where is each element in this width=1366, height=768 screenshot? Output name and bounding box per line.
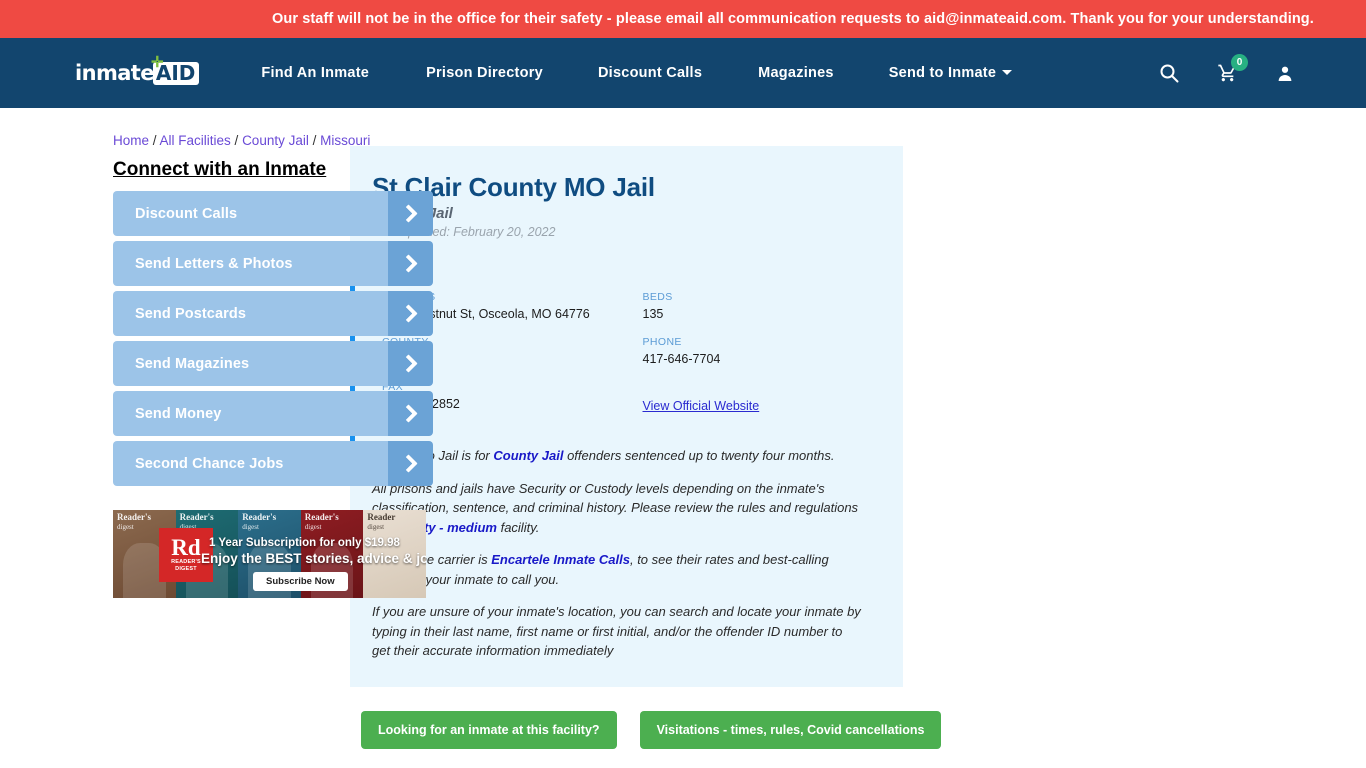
sidebar-item-discount-calls[interactable]: Discount Calls	[113, 191, 433, 236]
field-value: 417-646-7704	[642, 352, 721, 366]
ad-subheadline: Enjoy the BEST stories, advice & jokes!	[201, 551, 426, 566]
chevron-right-icon	[388, 341, 433, 386]
nav-item-prison-directory[interactable]: Prison Directory	[426, 65, 543, 81]
ad-brand-mark: Rd	[171, 535, 201, 560]
find-inmate-button[interactable]: Looking for an inmate at this facility?	[361, 710, 617, 749]
description-paragraph-3: The phone carrier is Encartele Inmate Ca…	[372, 550, 863, 589]
link-county-jail[interactable]: County Jail	[493, 448, 563, 463]
page-title: St Clair County MO Jail	[372, 172, 655, 202]
nav-item-magazines[interactable]: Magazines	[758, 65, 834, 81]
ad-cover-title: Reader's	[304, 512, 339, 522]
sidebar-item-label: Second Chance Jobs	[135, 455, 284, 472]
ad-cover-title: Reader's	[242, 512, 277, 522]
logo-wordmark: inmate	[75, 61, 154, 85]
sidebar-item-send-magazines[interactable]: Send Magazines	[113, 341, 433, 386]
field-phone: PHONE 417-646-7704	[643, 336, 904, 366]
facility-cta-row: Looking for an inmate at this facility? …	[350, 710, 942, 749]
search-icon[interactable]	[1159, 63, 1179, 83]
field-official-website: View Official Website	[643, 381, 904, 415]
breadcrumb-separator: /	[230, 133, 243, 148]
chevron-right-icon	[388, 241, 433, 286]
ad-cover-title: Reader's	[179, 512, 214, 522]
breadcrumb-item-home[interactable]: Home	[113, 133, 149, 148]
nav-item-send-to-inmate-label: Send to Inmate	[888, 65, 997, 81]
chevron-right-icon	[388, 441, 433, 486]
main-navbar: inmate ✛ AID Find An Inmate Prison Direc…	[0, 38, 1366, 108]
nav-item-find-an-inmate[interactable]: Find An Inmate	[261, 65, 369, 81]
navbar-icons: 0	[1159, 54, 1294, 83]
description-paragraph-1: St Clair Co Jail is for County Jail offe…	[372, 446, 863, 466]
breadcrumb-item-all-facilities[interactable]: All Facilities	[160, 133, 231, 148]
desc-text: offenders sentenced up to twenty four mo…	[563, 448, 835, 463]
sidebar-item-label: Send Postcards	[135, 305, 246, 322]
navbar-links: Find An Inmate Prison Directory Discount…	[261, 65, 1013, 81]
sidebar-item-label: Send Letters & Photos	[135, 255, 293, 272]
sidebar-item-send-postcards[interactable]: Send Postcards	[113, 291, 433, 336]
site-logo[interactable]: inmate ✛ AID	[75, 54, 200, 88]
description-paragraph-2: All prisons and jails have Security or C…	[372, 479, 863, 538]
last-updated-text: Last Updated: February 20, 2022	[372, 225, 556, 239]
link-encartele-inmate-calls[interactable]: Encartele Inmate Calls	[491, 552, 630, 567]
chevron-right-icon	[388, 291, 433, 336]
ad-cover-sub: digest	[117, 523, 134, 531]
field-label: BEDS	[642, 291, 673, 303]
user-account-icon[interactable]	[1276, 64, 1294, 83]
sidebar-heading: Connect with an Inmate	[113, 159, 327, 180]
sidebar-item-label: Send Magazines	[135, 355, 250, 372]
chevron-right-icon	[388, 391, 433, 436]
left-sidebar: Home / All Facilities / County Jail / Mi…	[0, 108, 433, 768]
breadcrumb-separator: /	[149, 133, 160, 148]
sidebar-item-second-chance-jobs[interactable]: Second Chance Jobs	[113, 441, 433, 486]
chevron-right-icon	[388, 191, 433, 236]
field-value: 135	[642, 307, 664, 321]
page-body: Home / All Facilities / County Jail / Mi…	[0, 108, 1366, 768]
ad-cover-sub: digest	[304, 523, 322, 531]
ad-cover-sub: digest	[367, 523, 385, 531]
visitations-button[interactable]: Visitations - times, rules, Covid cancel…	[639, 710, 942, 749]
ad-subscribe-button[interactable]: Subscribe Now	[253, 572, 348, 591]
breadcrumb: Home / All Facilities / County Jail / Mi…	[113, 122, 370, 150]
breadcrumb-item-county-jail[interactable]: County Jail	[242, 133, 309, 148]
sidebar-item-send-letters-photos[interactable]: Send Letters & Photos	[113, 241, 433, 286]
facility-type: County Jail	[372, 205, 453, 222]
alert-banner: Our staff will not be in the office for …	[0, 0, 1366, 38]
nav-item-discount-calls[interactable]: Discount Calls	[598, 65, 702, 81]
view-official-website-link[interactable]: View Official Website	[643, 399, 760, 413]
ad-brand-line2: DIGEST	[175, 566, 197, 572]
sidebar-item-label: Discount Calls	[135, 205, 238, 222]
sidebar-item-send-money[interactable]: Send Money	[113, 391, 433, 436]
alert-banner-text: Our staff will not be in the office for …	[272, 11, 1314, 27]
desc-text: facility.	[496, 519, 540, 535]
sidebar-item-label: Send Money	[135, 405, 222, 422]
field-beds: BEDS 135	[643, 291, 904, 321]
breadcrumb-separator: /	[308, 133, 321, 148]
description-paragraph-4: If you are unsure of your inmate's locat…	[372, 604, 861, 658]
ad-cover-title: Reader's	[117, 512, 151, 522]
chevron-down-icon	[1002, 70, 1013, 75]
cart-icon[interactable]: 0	[1217, 54, 1248, 83]
facility-info-column-right: BEDS 135 PHONE 417-646-7704 View Officia…	[643, 291, 904, 430]
readers-digest-ad-banner[interactable]: Reader's digest Reader's digest Reader's di…	[113, 510, 426, 598]
ad-brand-line1: READER'S	[171, 559, 201, 565]
ad-headline: 1 Year Subscription for only $19.98	[209, 537, 400, 549]
nav-item-send-to-inmate[interactable]: Send to Inmate	[888, 65, 1013, 81]
ad-cover-sub: digest	[242, 523, 259, 531]
field-label: PHONE	[642, 336, 682, 348]
cart-count-badge: 0	[1231, 54, 1248, 71]
ad-cover-title: Reader	[367, 512, 396, 522]
logo-plus-icon: ✛	[151, 54, 164, 71]
